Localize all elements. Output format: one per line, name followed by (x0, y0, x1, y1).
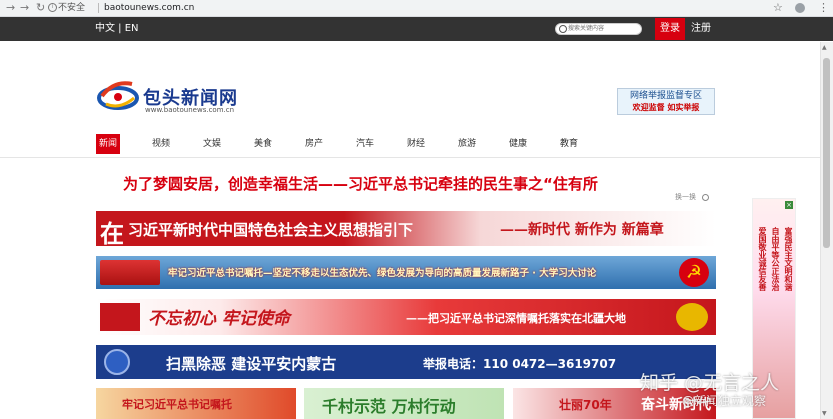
banner-text: ——把习近平总书记深情嘱托落实在北疆大地 (406, 312, 626, 325)
nav-property[interactable]: 房产 (305, 134, 323, 154)
report-title: 网络举报监督专区 (629, 91, 702, 101)
refresh-icon (702, 193, 709, 201)
nav-auto[interactable]: 汽车 (356, 134, 374, 154)
sun-emblem-image (676, 303, 708, 331)
reload-icon[interactable]: ↻ (36, 0, 45, 16)
headline-link[interactable]: 为了梦圆安居，创造幸福生活——习近平总书记牵挂的民生事之“住有所 (123, 173, 598, 194)
nav-food[interactable]: 美食 (254, 134, 272, 154)
language-switch[interactable]: 中文 | EN (95, 17, 139, 41)
bookmark-star-icon[interactable]: ☆ (773, 0, 783, 16)
banner-hotline: 举报电话：110 0472—3619707 (423, 357, 617, 371)
banner-text: 壮丽70年 (559, 398, 612, 412)
ad-column-3: 爱国敬业诚信友善 (758, 227, 767, 291)
divider (98, 3, 99, 13)
banner-text: 千村示范 万村行动 (322, 397, 456, 416)
banner-small-2[interactable]: 千村示范 万村行动 (304, 388, 504, 419)
info-icon[interactable]: i (48, 3, 57, 12)
browser-toolbar: → → ↻ i 不安全 baotounews.com.cn ☆ ⋮ (0, 0, 833, 17)
police-badge-icon (104, 349, 130, 375)
report-zone-link[interactable]: 网络举报监督专区 欢迎监督 如实举报 (617, 88, 715, 115)
logo-icon[interactable] (96, 76, 140, 112)
tiananmen-image (100, 260, 160, 285)
banner-original-aspiration[interactable]: 不忘初心 牢记使命 ——把习近平总书记深情嘱托落实在北疆大地 (96, 299, 716, 335)
nav-entertainment[interactable]: 文娱 (203, 134, 221, 154)
party-emblem-icon: ☭ (679, 258, 709, 287)
nav-education[interactable]: 教育 (560, 134, 578, 154)
report-subtitle: 欢迎监督 如实举报 (632, 103, 700, 112)
login-button[interactable]: 登录 (655, 18, 685, 40)
banner-new-era[interactable]: 在 习近平新时代中国特色社会主义思想指引下 ——新时代 新作为 新篇章 (96, 211, 716, 246)
register-link[interactable]: 注册 (691, 17, 711, 41)
flag-image (100, 303, 140, 331)
banner-calligraphy: 不忘初心 牢记使命 (148, 309, 290, 329)
banner-text: 习近平新时代中国特色社会主义思想指引下 (128, 221, 414, 239)
search-input[interactable] (568, 24, 640, 34)
nav-news[interactable]: 新闻 (96, 134, 121, 154)
close-icon[interactable]: × (785, 201, 793, 209)
security-label[interactable]: 不安全 (58, 0, 85, 16)
scrollbar-thumb[interactable] (823, 58, 830, 248)
nav-health[interactable]: 健康 (509, 134, 527, 154)
refresh-button[interactable]: 换一换 (675, 192, 709, 202)
scroll-up-icon[interactable]: ▲ (822, 44, 827, 51)
nav-video[interactable]: 视频 (152, 134, 170, 154)
nav-finance[interactable]: 财经 (407, 134, 425, 154)
account-icon[interactable] (795, 3, 805, 13)
address-bar[interactable]: baotounews.com.cn (104, 0, 194, 16)
site-url: www.baotounews.com.cn (145, 106, 235, 114)
ad-column-2: 自由平等公正法治 (771, 227, 780, 291)
menu-icon[interactable]: ⋮ (818, 0, 829, 16)
search-box[interactable] (555, 23, 642, 35)
banner-text: 扫黑除恶 建设平安内蒙古 (166, 355, 337, 373)
search-icon (559, 25, 567, 33)
nav-travel[interactable]: 旅游 (458, 134, 476, 154)
nav-divider (0, 157, 833, 158)
watermark-secondary: @新闻独立观察 (682, 394, 767, 408)
back-icon[interactable]: → (6, 0, 15, 16)
ad-column-1: 富强民主文明和谐 (784, 227, 793, 291)
scroll-down-icon[interactable]: ▼ (822, 410, 827, 417)
banner-text: 牢记习近平总书记嘱托 (122, 398, 232, 411)
banner-slogan: ——新时代 新作为 新篇章 (500, 222, 664, 238)
banner-anti-crime[interactable]: 扫黑除恶 建设平安内蒙古 举报电话：110 0472—3619707 (96, 345, 716, 379)
banner-green-development[interactable]: 牢记习近平总书记嘱托—坚定不移走以生态优先、绿色发展为导向的高质量发展新路子 ·… (96, 256, 716, 289)
watermark: 知乎 @无言之人 (640, 372, 780, 394)
refresh-label: 换一换 (675, 193, 696, 201)
forward-icon[interactable]: → (20, 0, 29, 16)
banner-big-char: 在 (100, 219, 124, 246)
banner-small-1[interactable]: 牢记习近平总书记嘱托 (96, 388, 296, 419)
banner-text: 牢记习近平总书记嘱托—坚定不移走以生态优先、绿色发展为导向的高质量发展新路子 ·… (168, 268, 597, 279)
